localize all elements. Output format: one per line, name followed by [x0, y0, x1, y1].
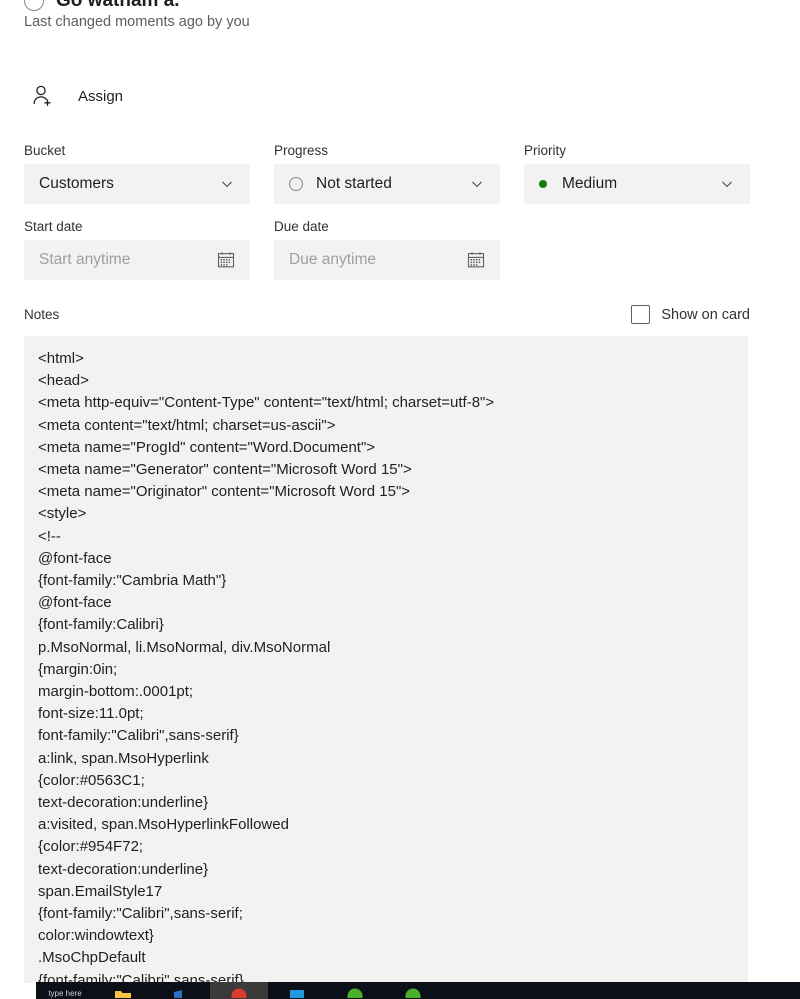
priority-label: Priority — [524, 143, 567, 158]
task-complete-checkbox[interactable] — [24, 0, 44, 11]
field-bucket: Bucket Customers — [24, 143, 250, 204]
notes-line: {color:#954F72; — [38, 838, 144, 856]
not-started-circle-icon — [289, 177, 303, 191]
last-changed-text: Last changed moments ago by you — [24, 14, 250, 30]
due-date-label: Due date — [274, 219, 329, 234]
priority-dropdown[interactable]: Medium — [524, 164, 750, 204]
windows-taskbar: type here — [36, 982, 800, 999]
notes-line: p.MsoNormal, li.MsoNormal, div.MsoNormal — [38, 638, 331, 656]
notes-line: {font-family:"Cambria Math"} — [38, 572, 227, 590]
show-on-card-toggle[interactable]: Show on card — [631, 305, 750, 324]
notes-line: <style> — [38, 505, 87, 523]
notes-line: <meta name="Generator" content="Microsof… — [38, 461, 412, 479]
notes-line: font-family:"Calibri",sans-serif} — [38, 727, 239, 745]
taskbar-item-calendar-app[interactable] — [268, 982, 326, 999]
notes-line: a:link, span.MsoHyperlink — [38, 749, 209, 767]
file-explorer-icon — [174, 990, 182, 998]
taskbar-item-messaging-app[interactable] — [326, 982, 384, 999]
file-explorer-folder-icon — [115, 991, 131, 998]
notes-header: Notes Show on card — [24, 305, 750, 324]
notes-line: margin-bottom:.0001pt; — [38, 683, 194, 701]
notes-line: <meta name="Originator" content="Microso… — [38, 483, 411, 501]
notes-line: {color:#0563C1; — [38, 771, 145, 789]
taskbar-item-messaging-app-2[interactable] — [384, 982, 442, 999]
field-due-date: Due date Due anytime — [274, 219, 500, 280]
field-start-date: Start date Start anytime — [24, 219, 250, 280]
notes-line: text-decoration:underline} — [38, 794, 209, 812]
taskbar-search-label: type here — [48, 989, 82, 998]
notes-line: @font-face — [38, 594, 112, 612]
chevron-down-icon — [220, 177, 234, 191]
field-progress: Progress Not started — [274, 143, 500, 204]
messaging-app-2-icon — [405, 988, 421, 998]
page-title: Go watham a. — [56, 0, 180, 11]
progress-label: Progress — [274, 143, 329, 158]
notes-line: {font-family:"Calibri",sans-serif} — [38, 971, 244, 983]
progress-value: Not started — [316, 175, 392, 192]
notes-line: <html> — [38, 350, 84, 367]
task-title-row: Go watham a. — [24, 0, 180, 14]
media-player-icon — [231, 988, 247, 998]
start-date-label: Start date — [24, 219, 83, 234]
bucket-value: Customers — [39, 175, 114, 192]
due-date-input[interactable]: Due anytime — [274, 240, 500, 280]
notes-textarea[interactable]: <html> <head> <meta http-equiv="Content-Ty… — [24, 336, 748, 983]
calendar-app-icon — [290, 990, 304, 998]
taskbar-item-file-explorer[interactable] — [152, 982, 210, 999]
chevron-down-icon — [470, 177, 484, 191]
notes-line: color:windowtext} — [38, 927, 154, 945]
show-on-card-label: Show on card — [661, 306, 750, 323]
assign-label: Assign — [78, 87, 124, 105]
notes-line: font-size:11.0pt; — [38, 705, 144, 723]
notes-line: <meta content="text/html; charset=us-asc… — [38, 416, 336, 434]
field-priority: Priority Medium — [524, 143, 750, 204]
taskbar-item-media-player[interactable] — [210, 982, 268, 999]
taskbar-item-search[interactable]: type here — [36, 982, 94, 999]
notes-line: .MsoChpDefault — [38, 949, 146, 967]
notes-label: Notes — [24, 307, 60, 322]
progress-dropdown[interactable]: Not started — [274, 164, 500, 204]
notes-line: text-decoration:underline} — [38, 860, 209, 878]
bucket-label: Bucket — [24, 143, 66, 158]
messaging-app-icon — [347, 988, 363, 998]
notes-line: <!-- — [38, 527, 61, 545]
show-on-card-checkbox[interactable] — [631, 305, 651, 324]
notes-line: <meta name="ProgId" content="Word.Docume… — [38, 438, 376, 456]
person-add-icon — [30, 83, 56, 109]
notes-line: <head> — [38, 372, 89, 390]
taskbar-item-file-explorer-folder[interactable] — [94, 982, 152, 999]
calendar-icon[interactable] — [216, 250, 236, 270]
notes-line: <meta http-equiv="Content-Type" content=… — [38, 394, 495, 412]
notes-line: {font-family:"Calibri",sans-serif; — [38, 905, 243, 923]
notes-line: @font-face — [38, 549, 112, 567]
bucket-dropdown[interactable]: Customers — [24, 164, 250, 204]
start-date-placeholder: Start anytime — [39, 251, 131, 268]
priority-value: Medium — [562, 175, 618, 192]
calendar-icon[interactable] — [466, 250, 486, 270]
notes-line: {font-family:Calibri} — [38, 616, 164, 634]
notes-line: span.EmailStyle17 — [38, 882, 163, 900]
priority-medium-dot-icon — [539, 180, 547, 188]
start-date-input[interactable]: Start anytime — [24, 240, 250, 280]
chevron-down-icon — [720, 177, 734, 191]
due-date-placeholder: Due anytime — [289, 251, 377, 268]
notes-line: a:visited, span.MsoHyperlinkFollowed — [38, 816, 289, 834]
assign-button[interactable]: Assign — [30, 79, 123, 113]
notes-line: {margin:0in; — [38, 660, 118, 678]
